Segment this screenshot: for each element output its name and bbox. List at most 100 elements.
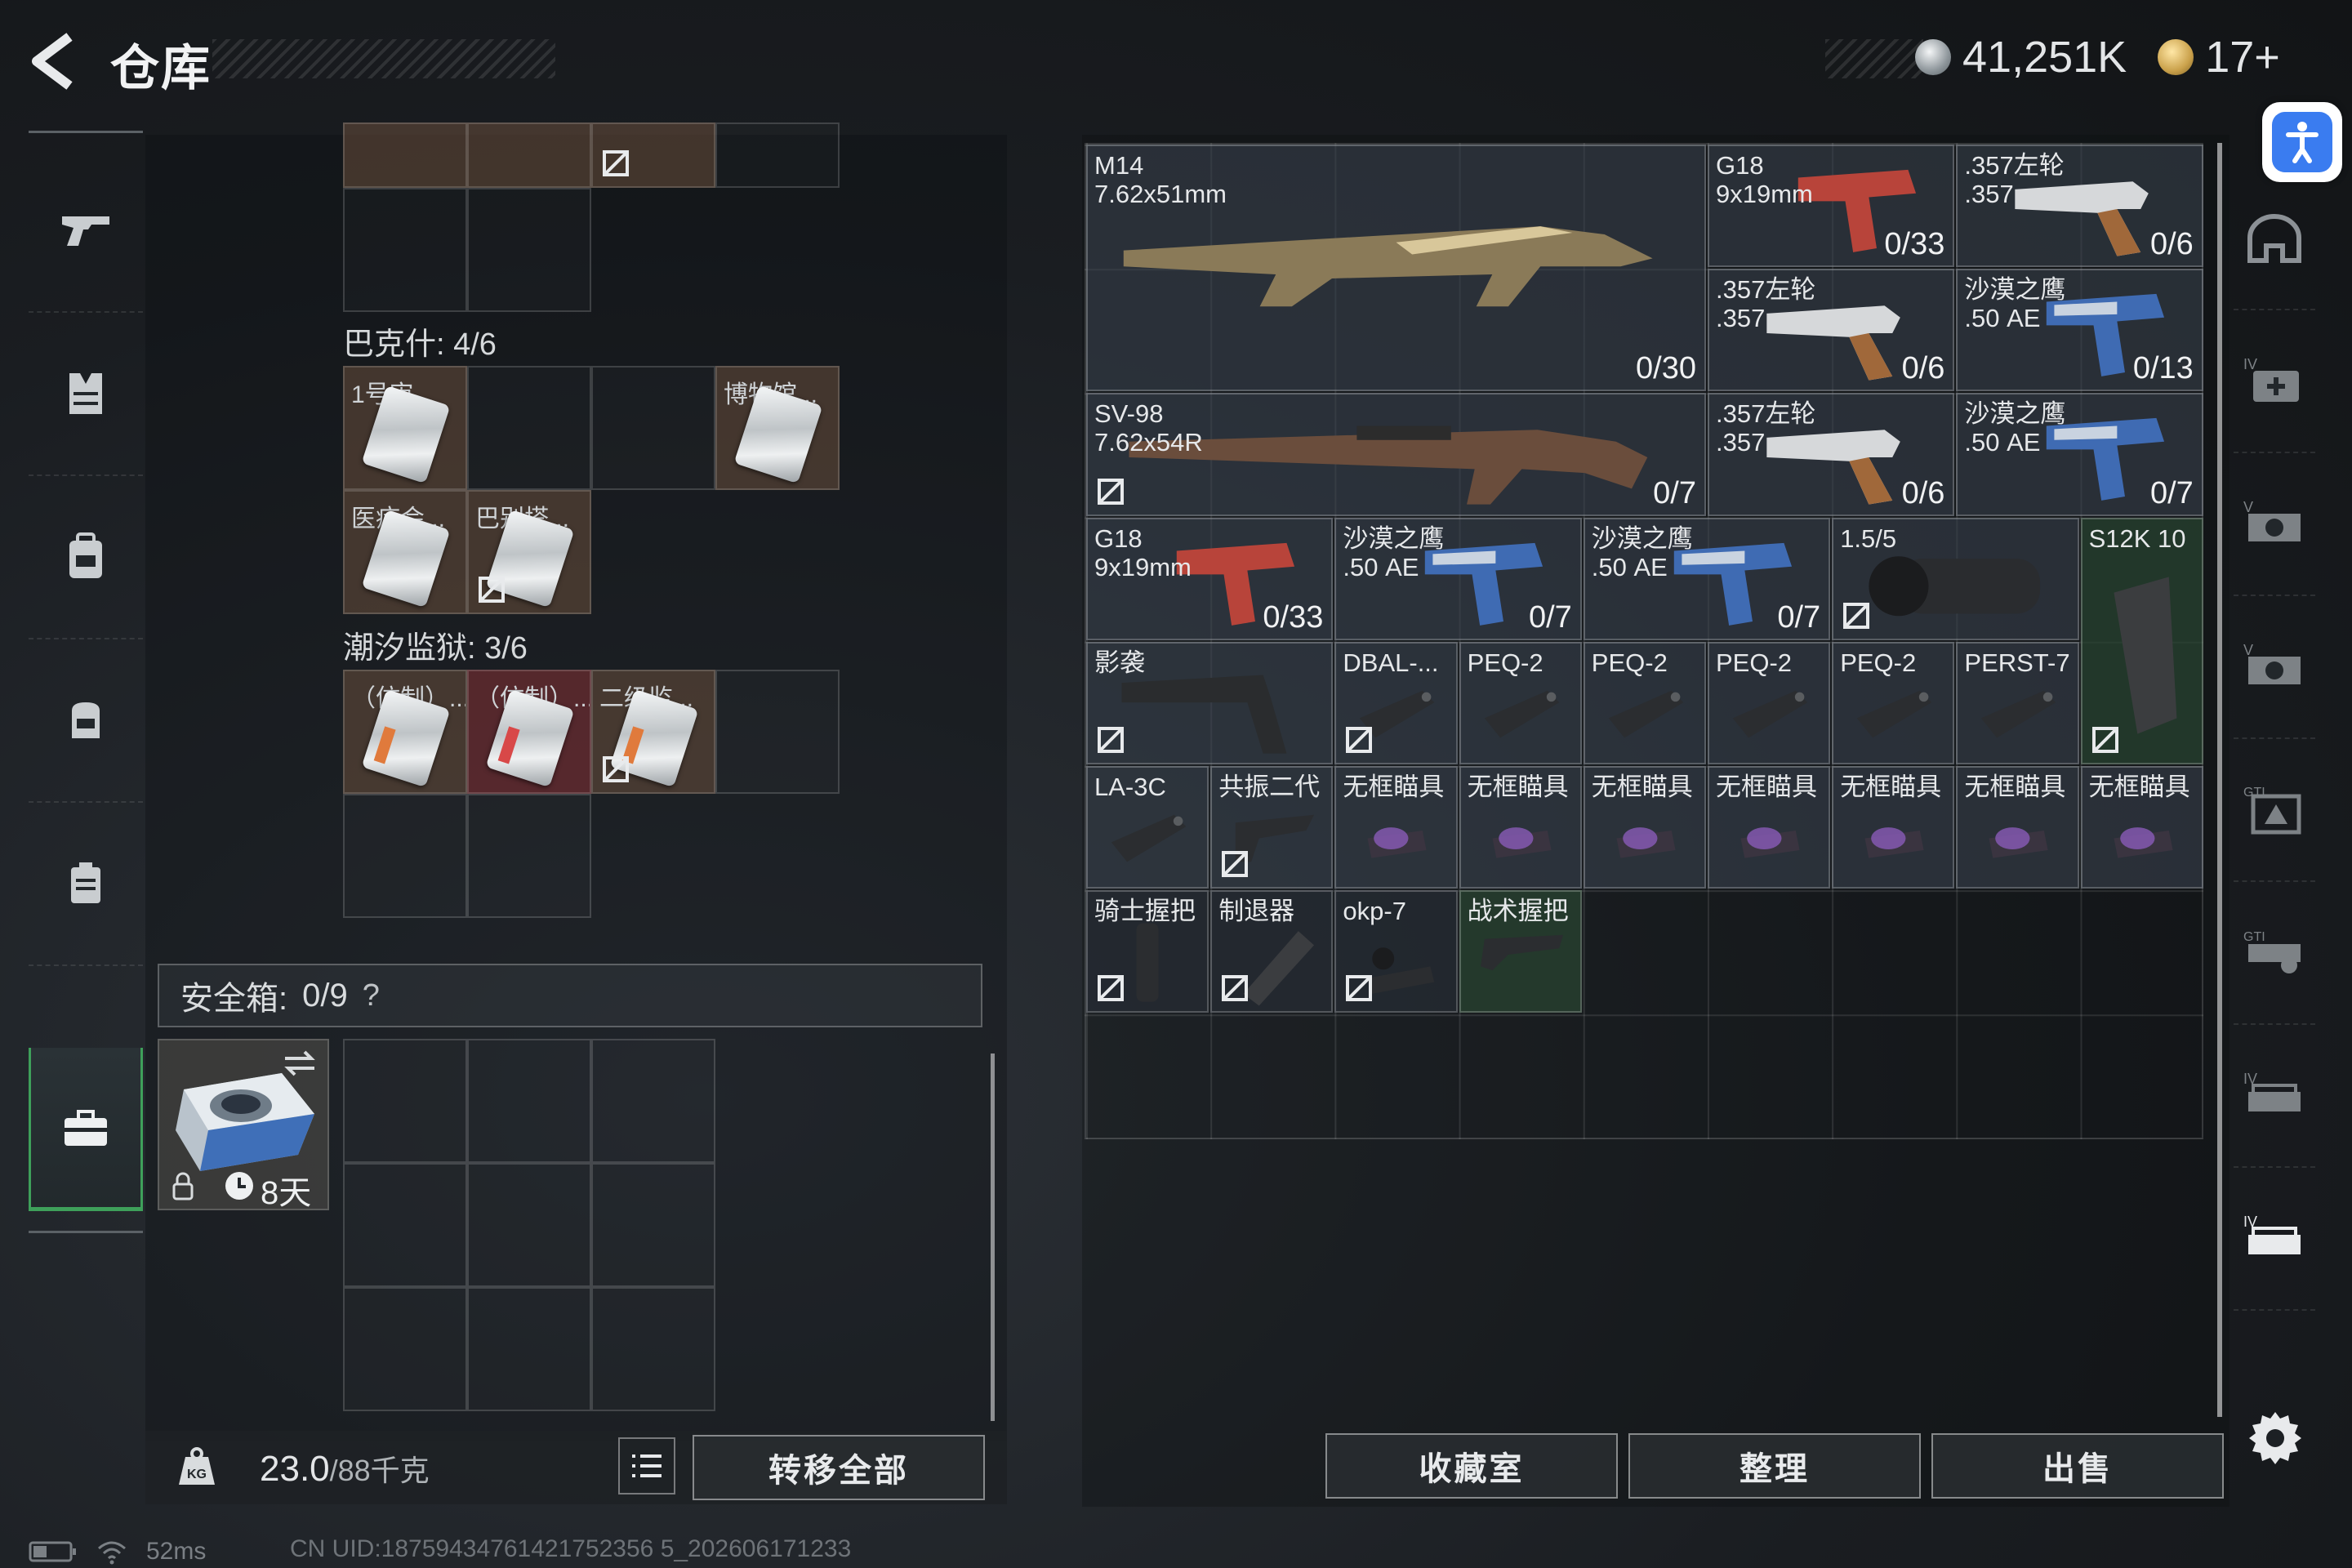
collection-room-button[interactable]: 收藏室 xyxy=(1325,1433,1618,1499)
stash-item[interactable]: 无框瞄具 xyxy=(1956,766,2079,889)
key-card-item[interactable]: 二级监... xyxy=(591,670,715,794)
transfer-all-button[interactable]: 转移全部 xyxy=(693,1435,985,1500)
stash-item[interactable]: M14 7.62x51mm 0/30 xyxy=(1086,145,1706,392)
stash-item[interactable]: LA-3C xyxy=(1086,766,1209,889)
safe-grid-cell[interactable] xyxy=(591,1163,715,1287)
safe-box-slot[interactable]: 8天 xyxy=(158,1039,329,1211)
key-card-item[interactable]: 博物馆... xyxy=(715,366,840,490)
rnav-equipment[interactable]: GTI xyxy=(2234,882,2315,1025)
grid-cell[interactable] xyxy=(343,122,467,188)
stash-item[interactable]: 骑士握把 xyxy=(1086,890,1209,1013)
key-card-item[interactable]: （仿制）... xyxy=(343,670,467,794)
nav-armor[interactable] xyxy=(29,313,143,476)
item-name: PEQ-2 xyxy=(1467,648,1544,677)
rnav-tablet[interactable]: GTI xyxy=(2234,739,2315,882)
key-card-item[interactable]: （仿制）... xyxy=(467,670,591,794)
stash-item[interactable]: 无框瞄具 xyxy=(1583,766,1706,889)
nav-weapon[interactable] xyxy=(29,149,143,313)
key-card-item[interactable]: 巴别塔... xyxy=(467,490,591,614)
rig-icon: IV xyxy=(2243,1071,2301,1111)
help-button[interactable]: ? xyxy=(363,978,380,1013)
grid-cell[interactable] xyxy=(467,188,591,312)
stash-item[interactable]: G18 9x19mm 0/33 xyxy=(1708,145,1955,268)
safe-grid-cell[interactable] xyxy=(467,1039,591,1163)
rnav-rig-iv[interactable]: IV xyxy=(2234,1025,2315,1168)
nav-case[interactable] xyxy=(29,803,143,966)
stash-item[interactable]: 沙漠之鹰 .50 AE 0/13 xyxy=(1956,269,2203,392)
grid-cell[interactable] xyxy=(467,794,591,918)
nav-backpack[interactable] xyxy=(29,476,143,639)
safe-grid-cell[interactable] xyxy=(343,1039,467,1163)
backpack-scrollbar[interactable] xyxy=(991,1054,995,1421)
swap-icon[interactable] xyxy=(282,1049,318,1078)
stash-item[interactable]: PERST-7 xyxy=(1956,641,2079,764)
user-uid: CN UID:18759434761421752356 5_2026061712… xyxy=(290,1535,852,1562)
nav-safe-box[interactable] xyxy=(29,1048,143,1211)
sight-icon: V xyxy=(2243,642,2301,684)
stash-item[interactable]: 战术握把 xyxy=(1459,890,1582,1013)
item-name: 沙漠之鹰 .50 AE xyxy=(1591,523,1693,581)
stash-item[interactable]: 无框瞄具 xyxy=(1832,766,1955,889)
safe-grid-cell[interactable] xyxy=(591,1287,715,1411)
item-name: 沙漠之鹰 .50 AE xyxy=(1343,523,1445,581)
stash-item[interactable]: 沙漠之鹰 .50 AE 0/7 xyxy=(1334,517,1582,640)
safe-grid-cell[interactable] xyxy=(343,1287,467,1411)
rnav-scope[interactable]: V xyxy=(2234,453,2315,596)
bound-item-icon xyxy=(1222,851,1249,878)
stash-item[interactable]: S12K 10 xyxy=(2080,517,2203,764)
grid-cell[interactable] xyxy=(715,670,840,794)
stash-item[interactable]: 无框瞄具 xyxy=(2080,766,2203,889)
bound-item-icon xyxy=(1346,975,1373,1002)
safe-grid-cell[interactable] xyxy=(467,1163,591,1287)
stash-item[interactable]: PEQ-2 xyxy=(1459,641,1582,764)
stash-item[interactable]: .357左轮 .357 0/6 xyxy=(1956,145,2203,268)
back-button[interactable] xyxy=(24,29,82,94)
grid-cell[interactable] xyxy=(591,366,715,490)
grid-cell[interactable] xyxy=(715,122,840,188)
item-name: 战术握把 xyxy=(1467,897,1569,926)
stash-item[interactable]: .357左轮 .357 0/6 xyxy=(1708,393,1955,516)
safe-grid-cell[interactable] xyxy=(343,1163,467,1287)
bound-item-icon xyxy=(1346,726,1373,753)
stash-item[interactable]: .357左轮 .357 0/6 xyxy=(1708,269,1955,392)
bound-item-icon xyxy=(603,150,629,176)
stash-scrollbar[interactable] xyxy=(2217,143,2222,1417)
stash-item[interactable]: 制退器 xyxy=(1210,890,1334,1013)
grid-cell[interactable] xyxy=(591,122,715,188)
stash-item[interactable]: PEQ-2 xyxy=(1708,641,1831,764)
rnav-helmet[interactable] xyxy=(2234,167,2315,310)
stash-item[interactable]: 共振二代 xyxy=(1210,766,1334,889)
stash-item[interactable]: 无框瞄具 xyxy=(1334,766,1458,889)
stash-item[interactable]: 沙漠之鹰 .50 AE 0/7 xyxy=(1956,393,2203,516)
rnav-medical[interactable]: IV xyxy=(2234,310,2315,453)
stash-item[interactable]: PEQ-2 xyxy=(1832,641,1955,764)
grid-cell[interactable] xyxy=(467,366,591,490)
safe-grid-cell[interactable] xyxy=(467,1287,591,1411)
stash-item[interactable]: 无框瞄具 xyxy=(1459,766,1582,889)
stash-item[interactable]: G18 9x19mm 0/33 xyxy=(1086,517,1334,640)
organize-button[interactable]: 整理 xyxy=(1628,1433,1921,1499)
nav-chest-rig[interactable] xyxy=(29,639,143,803)
stash-item[interactable]: 1.5/5 xyxy=(1832,517,2079,640)
stash-item[interactable]: 影袭 xyxy=(1086,641,1334,764)
list-view-button[interactable] xyxy=(618,1437,675,1494)
key-card-item[interactable]: 医疗会... xyxy=(343,490,467,614)
key-card-item[interactable]: 1号审... xyxy=(343,366,467,490)
lock-icon xyxy=(172,1172,194,1200)
stash-item[interactable]: okp-7 xyxy=(1334,890,1458,1013)
rnav-rig-iv-active[interactable]: IV xyxy=(2234,1168,2315,1311)
sell-button[interactable]: 出售 xyxy=(1931,1433,2224,1499)
stash-item[interactable]: 无框瞄具 xyxy=(1708,766,1831,889)
stash-item[interactable]: PEQ-2 xyxy=(1583,641,1706,764)
safe-grid-cell[interactable] xyxy=(591,1039,715,1163)
stash-item[interactable]: DBAL-... xyxy=(1334,641,1458,764)
weight-max: /88千克 xyxy=(329,1454,430,1487)
grid-cell[interactable] xyxy=(343,794,467,918)
item-name: okp-7 xyxy=(1343,897,1406,926)
stash-item[interactable]: SV-98 7.62x54R 0/7 xyxy=(1086,393,1706,516)
stash-item[interactable]: 沙漠之鹰 .50 AE 0/7 xyxy=(1583,517,1831,640)
rnav-sight[interactable]: V xyxy=(2234,596,2315,739)
grid-cell[interactable] xyxy=(343,188,467,312)
grid-cell[interactable] xyxy=(467,122,591,188)
settings-button[interactable] xyxy=(2246,1409,2305,1468)
